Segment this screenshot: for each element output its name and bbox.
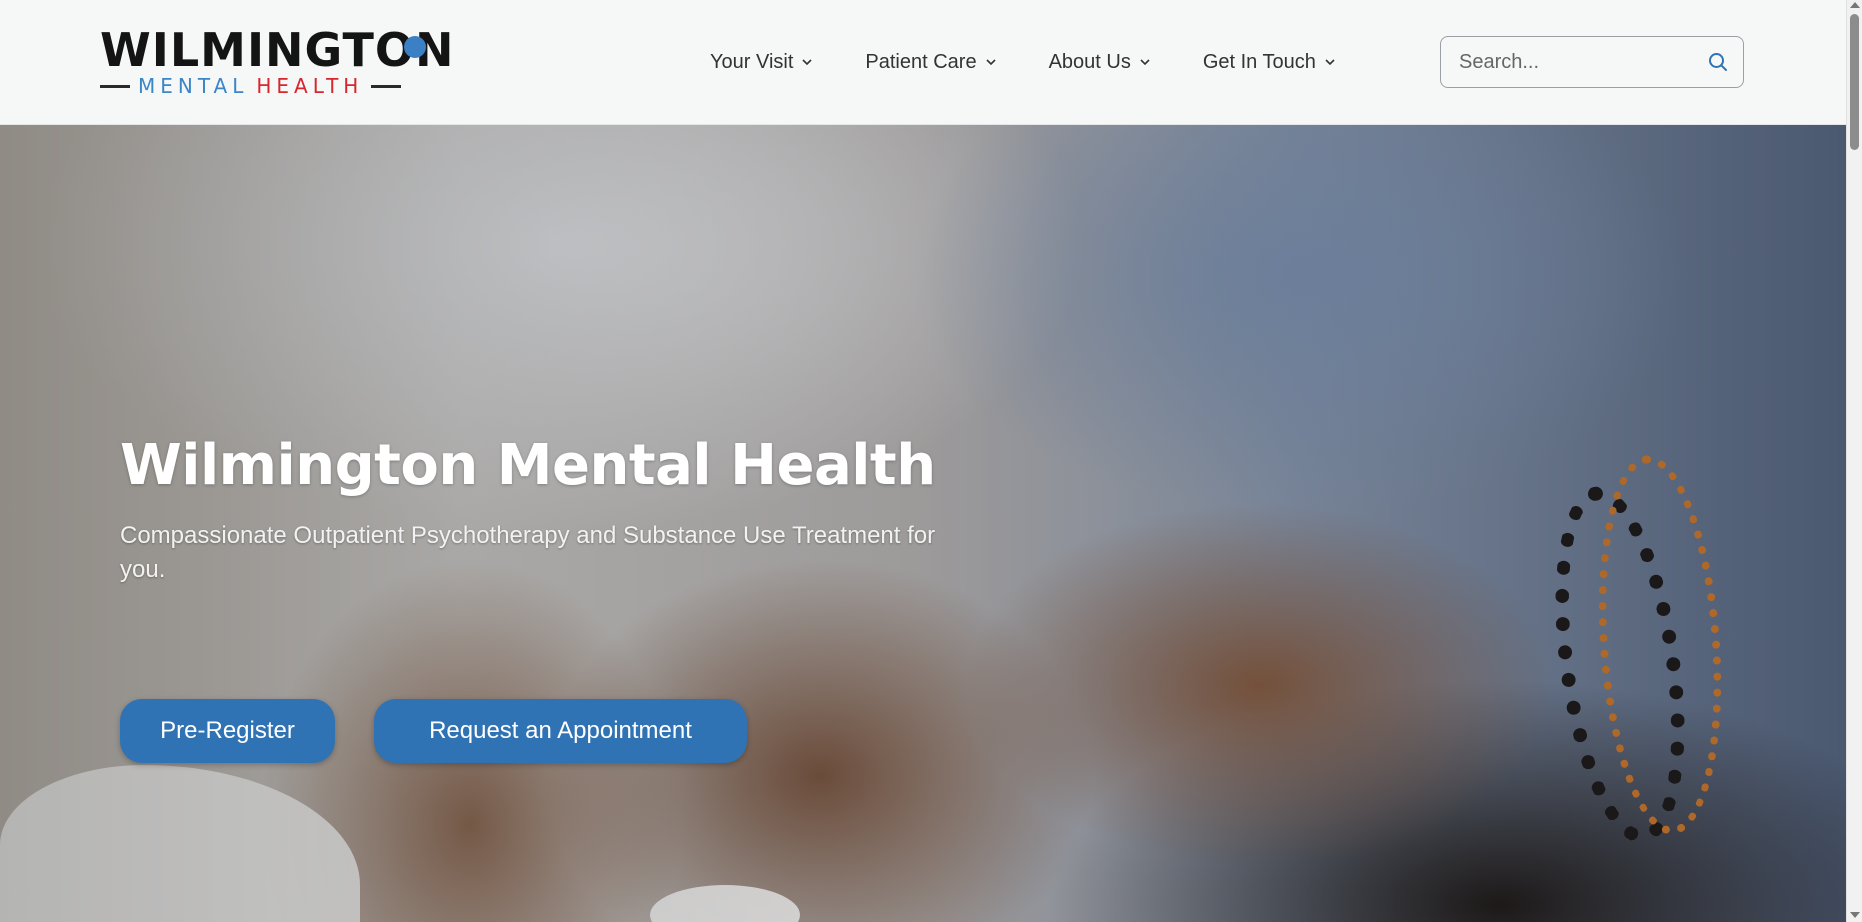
logo-mental-text: MENTAL [138,74,249,98]
pre-register-button[interactable]: Pre-Register [120,699,335,763]
chevron-down-icon [1325,59,1335,66]
request-appointment-button[interactable]: Request an Appointment [374,699,747,763]
nav-label: Your Visit [710,50,794,73]
hero-subtitle: Compassionate Outpatient Psychotherapy a… [120,522,936,583]
scroll-down-arrow-icon[interactable] [1850,912,1860,918]
logo-wordmark: WILMINGTON [100,23,455,77]
page-scrollbar[interactable] [1846,0,1862,922]
logo-line-right [371,84,402,88]
search-icon[interactable] [1707,51,1729,73]
nav-about-us[interactable]: About Us [1049,44,1151,80]
nav-your-visit[interactable]: Your Visit [710,44,813,80]
scroll-thumb[interactable] [1850,14,1859,150]
logo-tagline: MENTAL HEALTH [100,74,476,98]
search-box [1440,36,1744,88]
logo-health-text: HEALTH [256,74,364,98]
logo-line-left [100,84,130,88]
scroll-up-arrow-icon[interactable] [1850,2,1860,8]
hero-section: Wilmington Mental Health Compassionate O… [0,125,1846,922]
nav-label: About Us [1048,50,1131,73]
nav-patient-care[interactable]: Patient Care [865,44,996,80]
brain-icon [404,36,426,58]
search-input[interactable] [1459,49,1699,75]
site-header: WILMINGTON MENTAL HEALTH Your Visit Pati… [0,0,1846,125]
hero-title: Wilmington Mental Health [120,433,936,498]
nav-label: Get In Touch [1202,50,1316,73]
page: WILMINGTON MENTAL HEALTH Your Visit Pati… [0,0,1846,922]
main-nav: Your Visit Patient Care About Us Get In … [710,44,1336,80]
chevron-down-icon [985,59,996,66]
site-logo[interactable]: WILMINGTON MENTAL HEALTH [100,26,480,98]
chevron-down-icon [1140,59,1150,66]
chevron-down-icon [802,59,812,66]
nav-label: Patient Care [865,50,977,73]
nav-get-in-touch[interactable]: Get In Touch [1203,44,1336,80]
